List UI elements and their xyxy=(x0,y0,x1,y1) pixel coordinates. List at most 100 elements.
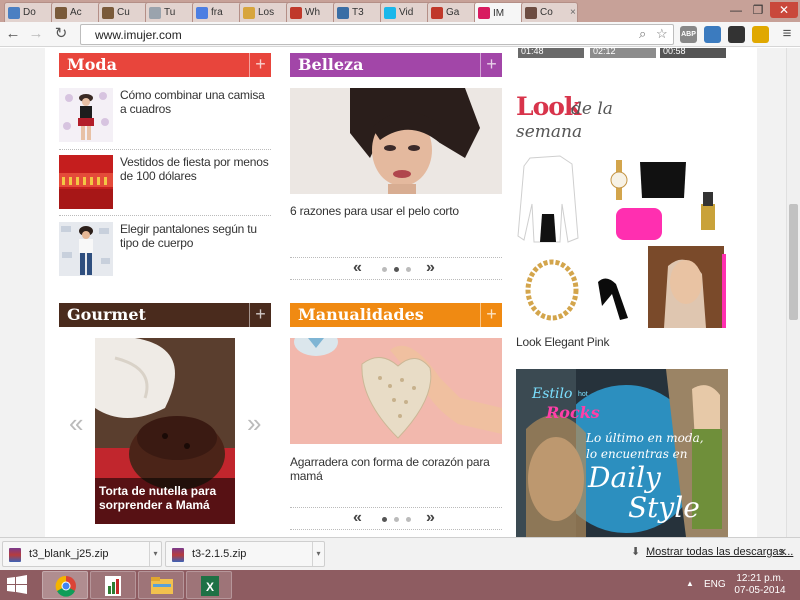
gourmet-image[interactable]: Torta de nutella para sorprender a Mamá xyxy=(95,338,235,524)
imujer-icon xyxy=(478,7,490,19)
scrollbar-thumb[interactable] xyxy=(789,204,798,320)
daily-style-ad[interactable]: Estilo hot Rocks Lo último en moda, lo e… xyxy=(516,369,728,537)
look-rest: de la xyxy=(571,99,613,119)
story-thumbnail[interactable] xyxy=(59,222,113,276)
story-title[interactable]: Vestidos de fiesta por menos de 100 dóla… xyxy=(120,155,270,183)
video-thumb[interactable]: 00:58 xyxy=(660,48,726,58)
close-tab-icon[interactable]: × xyxy=(570,7,576,18)
download-item[interactable]: t3_blank_j25.zip ▾ xyxy=(2,541,162,567)
page-icon xyxy=(149,6,161,19)
chrome-icon[interactable] xyxy=(42,571,88,599)
article-caption[interactable]: Agarradera con forma de corazón para mam… xyxy=(290,455,502,483)
forward-icon[interactable]: → xyxy=(27,25,45,43)
look-de-la-semana-title: Look de la semana xyxy=(516,92,676,148)
download-item[interactable]: t3-2.1.5.zip ▾ xyxy=(165,541,325,567)
show-all-downloads-link[interactable]: Mostrar todas las descargas... xyxy=(646,546,793,558)
plus-icon[interactable]: + xyxy=(249,303,271,327)
carousel-dot[interactable] xyxy=(394,517,399,522)
section-title: Moda xyxy=(67,55,117,74)
back-icon[interactable]: ← xyxy=(4,25,22,43)
excel-chart-icon[interactable] xyxy=(90,571,136,599)
download-bar: t3_blank_j25.zip ▾ t3-2.1.5.zip ▾ ⬇ Most… xyxy=(0,537,800,570)
belleza-image[interactable] xyxy=(290,88,502,194)
vimeo-icon xyxy=(384,6,396,19)
mail-ext-icon[interactable] xyxy=(752,26,769,43)
avatar-ext-icon[interactable] xyxy=(704,26,721,43)
divider xyxy=(59,149,271,150)
chevron-down-icon[interactable]: ▾ xyxy=(312,542,324,566)
address-bar[interactable]: www.imujer.com ⌕ ☆ xyxy=(80,24,674,45)
download-filename: t3_blank_j25.zip xyxy=(29,548,109,560)
tab-label: Cu xyxy=(117,7,130,18)
triangle-icon xyxy=(337,6,349,19)
gourmet-caption[interactable]: Torta de nutella para sorprender a Mamá xyxy=(99,484,227,512)
zip-file-icon xyxy=(172,548,184,562)
story-title[interactable]: Elegir pantalones según tu tipo de cuerp… xyxy=(120,222,270,250)
story-title[interactable]: Cómo combinar una camisa a cuadros xyxy=(120,88,270,116)
search-icon: ⌕ xyxy=(639,26,647,41)
maximize-button[interactable]: ❐ xyxy=(746,2,770,18)
video-duration: 00:58 xyxy=(663,48,686,56)
close-window-button[interactable]: ✕ xyxy=(770,2,798,18)
menu-icon[interactable]: ≡ xyxy=(778,25,796,43)
list-item[interactable]: Elegir pantalones según tu tipo de cuerp… xyxy=(59,222,271,282)
qr-ext-icon[interactable] xyxy=(728,26,745,43)
svg-text:X: X xyxy=(206,580,214,594)
plus-icon[interactable]: + xyxy=(480,53,502,77)
windows-start-icon[interactable] xyxy=(6,574,28,596)
carousel-dot-active[interactable] xyxy=(382,517,387,522)
close-download-bar-icon[interactable]: × xyxy=(779,544,787,559)
tab-strip: Do×Ac×Cu×Tu×fra×Los×Wh×T3×Vid×Ga×IM×Co× xyxy=(0,0,800,23)
file-explorer-icon[interactable] xyxy=(138,571,184,599)
browser-tab[interactable]: Co × xyxy=(521,2,578,22)
excel-icon[interactable]: X xyxy=(186,571,232,599)
tab-label: Los xyxy=(258,7,275,18)
article-caption[interactable]: 6 razones para usar el pelo corto xyxy=(290,204,502,218)
tray-overflow-icon[interactable]: ▲ xyxy=(686,579,694,588)
scrollbar[interactable] xyxy=(786,48,800,537)
chevron-down-icon[interactable]: ▾ xyxy=(149,542,161,566)
input-language[interactable]: ENG xyxy=(704,579,726,590)
reload-icon[interactable]: ↻ xyxy=(52,25,70,43)
section-header-belleza[interactable]: Belleza + xyxy=(290,53,502,77)
bookmark-star-icon[interactable]: ☆ xyxy=(656,26,668,42)
manualidades-carousel-nav: « » xyxy=(290,509,502,529)
look-collage-image[interactable] xyxy=(516,154,728,330)
plus-icon[interactable]: + xyxy=(249,53,271,77)
zip-file-icon xyxy=(9,548,21,562)
divider xyxy=(59,215,271,216)
carousel-prev-icon[interactable]: « xyxy=(69,408,83,439)
carousel-dot[interactable] xyxy=(406,517,411,522)
plus-icon[interactable]: + xyxy=(480,303,502,327)
carousel-dot[interactable] xyxy=(382,267,387,272)
carousel-dot[interactable] xyxy=(406,267,411,272)
carousel-prev-icon[interactable]: « xyxy=(353,509,362,527)
video-thumb[interactable]: 02:12 xyxy=(590,48,656,58)
story-thumbnail[interactable] xyxy=(59,155,113,209)
section-header-moda[interactable]: Moda + xyxy=(59,53,271,77)
video-thumb[interactable]: 01:48 xyxy=(518,48,584,58)
list-item[interactable]: Cómo combinar una camisa a cuadros xyxy=(59,88,271,148)
carousel-next-icon[interactable]: » xyxy=(247,408,261,439)
carousel-next-icon[interactable]: » xyxy=(426,509,435,527)
system-clock[interactable]: 12:21 p.m. 07-05-2014 xyxy=(730,573,790,597)
minimize-button[interactable]: — xyxy=(724,2,748,18)
carousel-dot-active[interactable] xyxy=(394,267,399,272)
section-title: Gourmet xyxy=(67,305,146,324)
list-item[interactable]: Vestidos de fiesta por menos de 100 dóla… xyxy=(59,155,271,215)
tab-label: Do xyxy=(23,7,36,18)
look-caption[interactable]: Look Elegant Pink xyxy=(516,335,728,349)
tab-label: Vid xyxy=(399,7,414,18)
url-text: www.imujer.com xyxy=(95,28,182,42)
download-arrow-icon: ⬇ xyxy=(631,546,641,558)
section-header-gourmet[interactable]: Gourmet + xyxy=(59,303,271,327)
story-thumbnail[interactable] xyxy=(59,88,113,142)
tab-label: Ga xyxy=(446,7,460,18)
tab-label: Wh xyxy=(305,7,320,18)
manualidades-image[interactable] xyxy=(290,338,502,444)
folder-icon xyxy=(243,6,255,19)
abp-icon[interactable]: ABP xyxy=(680,26,697,43)
section-header-manualidades[interactable]: Manualidades + xyxy=(290,303,502,327)
carousel-prev-icon[interactable]: « xyxy=(353,259,362,277)
carousel-next-icon[interactable]: » xyxy=(426,259,435,277)
